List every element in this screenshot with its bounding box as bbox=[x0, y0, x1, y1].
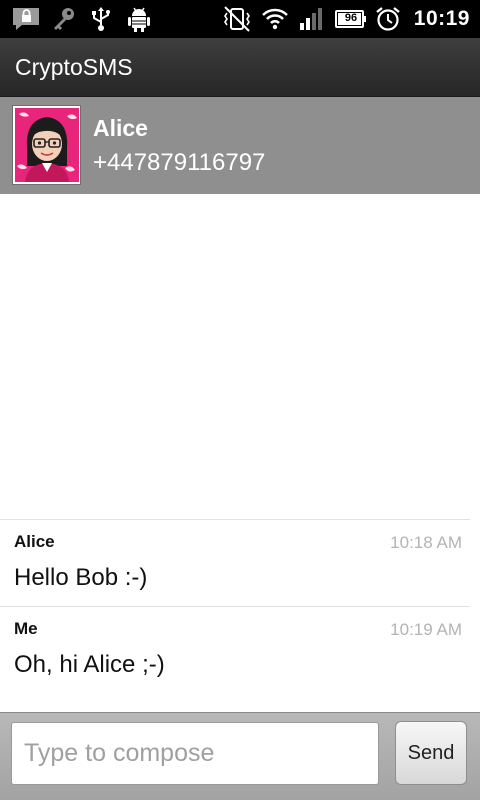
wifi-icon bbox=[260, 5, 290, 33]
contact-phone-number: +447879116797 bbox=[93, 149, 266, 176]
compose-bar: Send bbox=[0, 712, 480, 800]
message-sender: Alice bbox=[14, 532, 55, 551]
silent-vibrate-icon bbox=[221, 5, 253, 33]
contact-avatar-image bbox=[15, 108, 79, 182]
message-item[interactable]: Alice 10:18 AM Hello Bob :-) bbox=[0, 519, 470, 606]
signal-icon bbox=[297, 5, 327, 33]
android-debug-icon bbox=[125, 5, 153, 33]
message-timestamp: 10:19 AM bbox=[390, 620, 462, 639]
usb-icon bbox=[88, 5, 114, 33]
message-sender: Me bbox=[14, 619, 38, 638]
action-bar: CryptoSMS bbox=[0, 38, 480, 97]
send-button[interactable]: Send bbox=[395, 721, 467, 785]
contact-header[interactable]: Alice +447879116797 bbox=[0, 97, 480, 194]
battery-level: 96 bbox=[344, 12, 358, 24]
status-bar: 96 10:19 bbox=[0, 0, 480, 38]
sms-lock-icon bbox=[10, 5, 42, 33]
status-bar-clock: 10:19 bbox=[413, 7, 470, 30]
message-list[interactable]: Alice 10:18 AM Hello Bob :-) Me 10:19 AM… bbox=[0, 194, 480, 712]
alarm-icon bbox=[373, 5, 403, 33]
app-title: CryptoSMS bbox=[15, 54, 133, 80]
avatar[interactable] bbox=[12, 105, 81, 185]
message-timestamp: 10:18 AM bbox=[390, 533, 462, 552]
message-body: Oh, hi Alice ;-) bbox=[14, 651, 165, 678]
message-item[interactable]: Me 10:19 AM Oh, hi Alice ;-) bbox=[0, 606, 470, 693]
message-body: Hello Bob :-) bbox=[14, 564, 148, 591]
compose-input[interactable] bbox=[11, 722, 379, 785]
key-icon bbox=[50, 5, 78, 33]
contact-name: Alice bbox=[93, 115, 148, 141]
